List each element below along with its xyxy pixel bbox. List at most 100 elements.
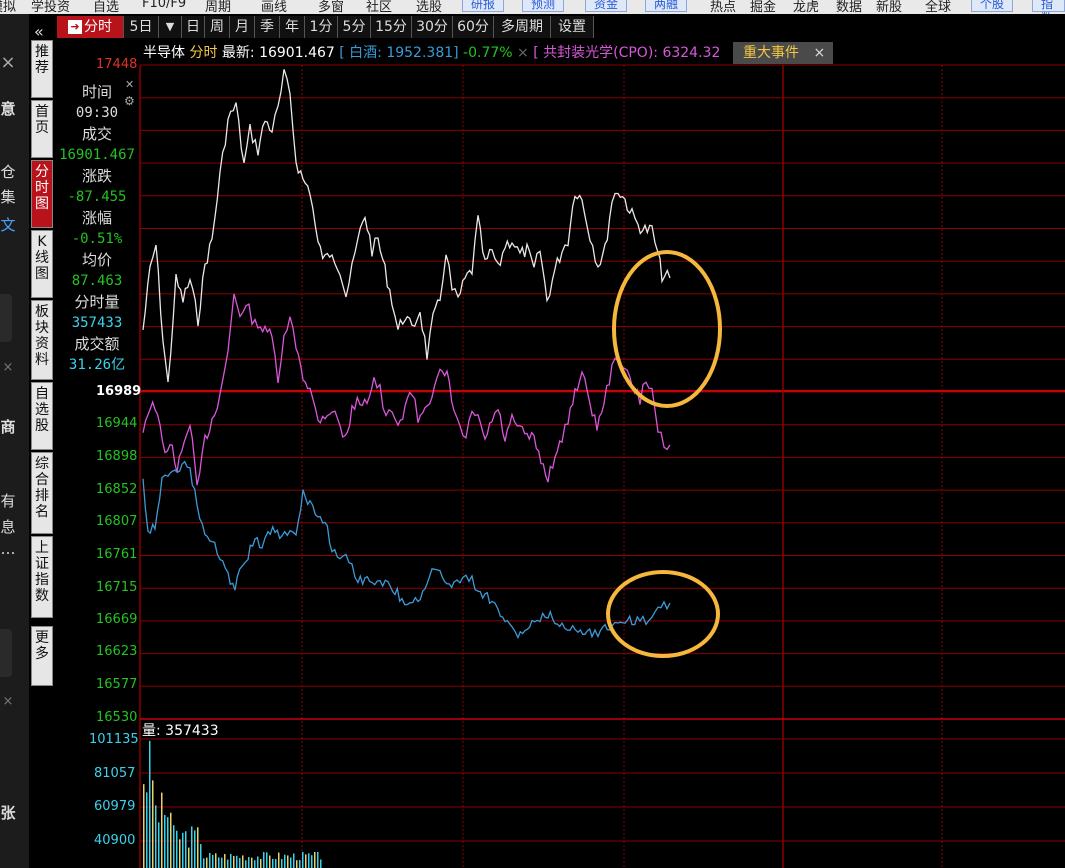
price-axis-label: 16761 bbox=[96, 547, 138, 562]
volume-bar bbox=[242, 855, 244, 868]
avg-label: 均价 bbox=[81, 251, 112, 269]
price-axis-label: 16577 bbox=[96, 677, 138, 692]
volume-bar bbox=[266, 852, 268, 868]
volume-bar bbox=[296, 860, 298, 868]
amount-label: 成交额 bbox=[74, 335, 120, 353]
volume-value: 357433 bbox=[71, 315, 123, 331]
tab-label: 分时 bbox=[84, 19, 112, 35]
volume-bar bbox=[275, 858, 277, 868]
volume-bar bbox=[257, 856, 259, 868]
volume-axis-label: 60979 bbox=[94, 799, 136, 814]
volume-bar bbox=[149, 740, 151, 868]
change-value: -87.455 bbox=[67, 189, 127, 205]
volume-bar bbox=[227, 859, 229, 868]
tab-period-60min[interactable]: 60分 bbox=[453, 16, 494, 38]
tab-period-month[interactable]: 月 bbox=[230, 16, 255, 38]
volume-bar bbox=[197, 827, 199, 868]
tab-period-season[interactable]: 季 bbox=[255, 16, 280, 38]
price-axis-label: 16669 bbox=[96, 612, 138, 627]
price-axis-label: 17448 bbox=[96, 57, 138, 72]
volume-bar bbox=[170, 812, 172, 868]
price-axis-label: 16898 bbox=[96, 449, 138, 464]
tab-period-timeshare[interactable]: ➜ 分时 bbox=[57, 16, 124, 38]
volume-bar bbox=[263, 852, 265, 868]
volume-bar bbox=[188, 847, 190, 868]
volume-bar bbox=[194, 830, 196, 868]
volume-bar bbox=[272, 858, 274, 868]
volume-bar bbox=[164, 814, 166, 868]
major-event-button[interactable]: 重大事件 × bbox=[733, 42, 833, 64]
series-white-line bbox=[142, 69, 671, 383]
volume-bar bbox=[224, 853, 226, 868]
volume-bar bbox=[314, 852, 316, 868]
mode-label: 分时 bbox=[189, 45, 218, 61]
volume-bar bbox=[209, 852, 211, 868]
tab-period-15min[interactable]: 15分 bbox=[371, 16, 412, 38]
volume-bar bbox=[293, 853, 295, 868]
latest-label: 最新: bbox=[221, 45, 255, 61]
annotation-circles bbox=[606, 250, 722, 658]
volume-bar bbox=[206, 857, 208, 868]
deal-value: 16901.467 bbox=[59, 147, 135, 163]
volume-bar bbox=[308, 853, 310, 868]
volume-bar bbox=[143, 784, 145, 868]
latest-value: 16901.467 bbox=[259, 45, 335, 61]
price-axis-label: 16623 bbox=[96, 644, 138, 659]
annotation-circle bbox=[612, 250, 722, 408]
volume-bar bbox=[305, 854, 307, 868]
volume-bar bbox=[251, 857, 253, 868]
change-label: 涨跌 bbox=[81, 167, 112, 185]
price-axis-label: 16852 bbox=[96, 482, 138, 497]
volume-bar bbox=[248, 857, 250, 868]
volume-bar bbox=[167, 817, 169, 868]
volume-bar bbox=[269, 855, 271, 868]
volume-bar bbox=[203, 858, 205, 868]
tab-period-year[interactable]: 年 bbox=[280, 16, 305, 38]
volume-bar bbox=[278, 852, 280, 868]
volume-bar bbox=[317, 851, 319, 868]
period-dropdown-icon[interactable]: ▼ bbox=[159, 16, 182, 38]
settings-button[interactable]: 设置 bbox=[551, 16, 594, 38]
volume-bar bbox=[302, 851, 304, 868]
compare1-close-icon[interactable]: × bbox=[517, 45, 529, 61]
volume-bar bbox=[152, 780, 154, 868]
compare2-label[interactable]: [ 共封装光学(CPO): 6324.32 bbox=[533, 45, 720, 61]
volume-bar bbox=[173, 825, 175, 868]
event-label: 重大事件 bbox=[743, 45, 799, 61]
price-axis-label: 16715 bbox=[96, 580, 138, 595]
volume-bar bbox=[176, 830, 178, 868]
volume-bar bbox=[299, 859, 301, 868]
price-axis-label: 16807 bbox=[96, 514, 138, 529]
volume-bar bbox=[158, 822, 160, 868]
event-close-icon[interactable]: × bbox=[813, 45, 825, 61]
pct-label: 涨幅 bbox=[81, 209, 112, 227]
enter-icon: ➜ bbox=[68, 20, 82, 34]
sector-name: 半导体 bbox=[143, 45, 185, 61]
volume-bar bbox=[254, 860, 256, 868]
volume-bar bbox=[287, 855, 289, 868]
volume-bar bbox=[230, 853, 232, 868]
tab-period-week[interactable]: 周 bbox=[205, 16, 230, 38]
pct-value: -0.51% bbox=[71, 231, 123, 247]
price-axis-label: 16944 bbox=[96, 416, 138, 431]
period-tab-bar: ➜ 分时 5日 ▼ 日 周 月 季 年 1分 5分 15分 30分 60分 多周期… bbox=[57, 14, 597, 40]
tab-period-5min[interactable]: 5分 bbox=[338, 16, 371, 38]
series-blue-line bbox=[142, 460, 671, 640]
volume-bar bbox=[179, 839, 181, 868]
volume-bar bbox=[221, 857, 223, 868]
tab-period-5day[interactable]: 5日 bbox=[124, 16, 159, 38]
price-axis-label: 16530 bbox=[96, 710, 138, 725]
tab-period-day[interactable]: 日 bbox=[182, 16, 205, 38]
volume-bar bbox=[200, 844, 202, 868]
tab-period-1min[interactable]: 1分 bbox=[305, 16, 338, 38]
tab-period-multi[interactable]: 多周期 bbox=[494, 16, 551, 38]
compare1-change: -0.77% bbox=[463, 45, 513, 61]
amount-value: 31.26亿 bbox=[68, 357, 126, 373]
compare1-label[interactable]: [ 白酒: 1952.381] bbox=[339, 45, 458, 61]
tab-period-30min[interactable]: 30分 bbox=[412, 16, 453, 38]
volume-bar bbox=[245, 860, 247, 868]
volume-bar bbox=[215, 853, 217, 868]
volume-bar bbox=[212, 854, 214, 868]
volume-bar bbox=[311, 855, 313, 868]
chart-grid bbox=[139, 64, 1065, 868]
